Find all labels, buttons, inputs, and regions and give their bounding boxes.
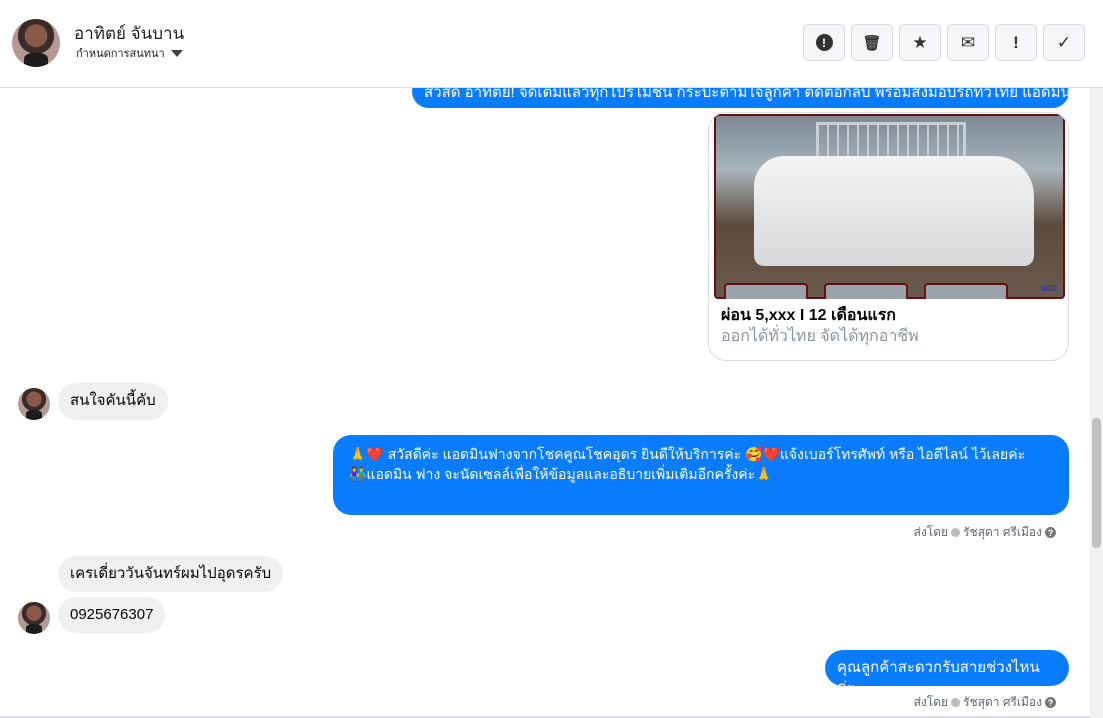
message-incoming: เครเดี่ยววันจันทร์ผมไปอุดรครับ xyxy=(58,556,284,592)
done-button[interactable]: ✓ xyxy=(1043,24,1085,61)
sent-by-label: ส่งโดย xyxy=(913,525,949,539)
avatar xyxy=(18,388,50,420)
delete-button[interactable]: 🗑 xyxy=(851,24,893,61)
envelope-icon: ✉ xyxy=(960,32,976,52)
sent-by: ส่งโดย รัชสุดา ศรีเมือง? xyxy=(914,523,1056,542)
report-button[interactable]: ! xyxy=(803,24,845,61)
subtitle: กำหนดการสนทนา xyxy=(76,48,165,60)
star-icon: ★ xyxy=(912,32,928,52)
check-icon: ✓ xyxy=(1056,32,1072,52)
truck-image: I009 xyxy=(714,114,1065,299)
alert-circle-icon: ! xyxy=(815,34,833,51)
message-list: สวัสดี อาทิตย์! จัดเต็มแล้วทุกโปรโมชั่น … xyxy=(0,75,1090,718)
message-incoming: สนใจคันนี้คับ xyxy=(58,383,168,420)
link-preview-card[interactable]: I009 ผ่อน 5,xxx I 12 เดือนแรก ออกได้ทั่ว… xyxy=(708,112,1069,361)
sender-name[interactable]: รัชสุดา ศรีเมือง xyxy=(963,523,1042,542)
scrollbar-thumb[interactable] xyxy=(1092,418,1101,548)
sender-name[interactable]: รัชสุดา ศรีเมือง xyxy=(963,693,1042,712)
star-button[interactable]: ★ xyxy=(899,24,941,61)
message-line: 🙏❤️ สวัสดีค่ะ แอดมินฟางจากโชคคูณโชคอุดร … xyxy=(349,446,1026,462)
user-icon xyxy=(951,698,961,707)
sent-by: ส่งโดย รัชสุดา ศรีเมือง? xyxy=(914,693,1056,712)
help-icon[interactable]: ? xyxy=(1045,697,1056,708)
important-button[interactable]: ! xyxy=(995,24,1037,61)
avatar xyxy=(18,602,50,634)
image-tag: I009 xyxy=(1041,284,1057,293)
message-line: 👫แอดมิน ฟาง จะนัดเซลล์เพื่อให้ข้อมูลและอ… xyxy=(349,466,773,482)
caret-down-icon xyxy=(170,49,183,57)
conversation-settings-dropdown[interactable]: กำหนดการสนทนา xyxy=(76,44,183,62)
contact-name: อาทิตย์ จันบาน xyxy=(74,24,185,43)
mark-unread-button[interactable]: ✉ xyxy=(947,24,989,61)
sent-by-label: ส่งโดย xyxy=(913,695,949,709)
avatar[interactable] xyxy=(12,19,60,67)
trash-icon: 🗑 xyxy=(862,34,882,52)
message-outgoing: คุณลูกค้าสะดวกรับสายช่วงไหนค่ะ xyxy=(825,650,1069,696)
exclamation-icon: ! xyxy=(1013,32,1019,52)
message-outgoing: 🙏❤️ สวัสดีค่ะ แอดมินฟางจากโชคคูณโชคอุดร … xyxy=(333,435,1069,515)
card-subtitle: ออกได้ทั่วไทย จัดได้ทุกอาชีพ xyxy=(721,328,919,345)
conversation-header: อาทิตย์ จันบาน กำหนดการสนทนา ! 🗑 ★ ✉ ! ✓ xyxy=(0,0,1103,88)
user-icon xyxy=(951,528,961,537)
scrollbar[interactable] xyxy=(1090,88,1103,718)
message-incoming: 0925676307 xyxy=(58,597,166,633)
help-icon[interactable]: ? xyxy=(1045,527,1056,538)
